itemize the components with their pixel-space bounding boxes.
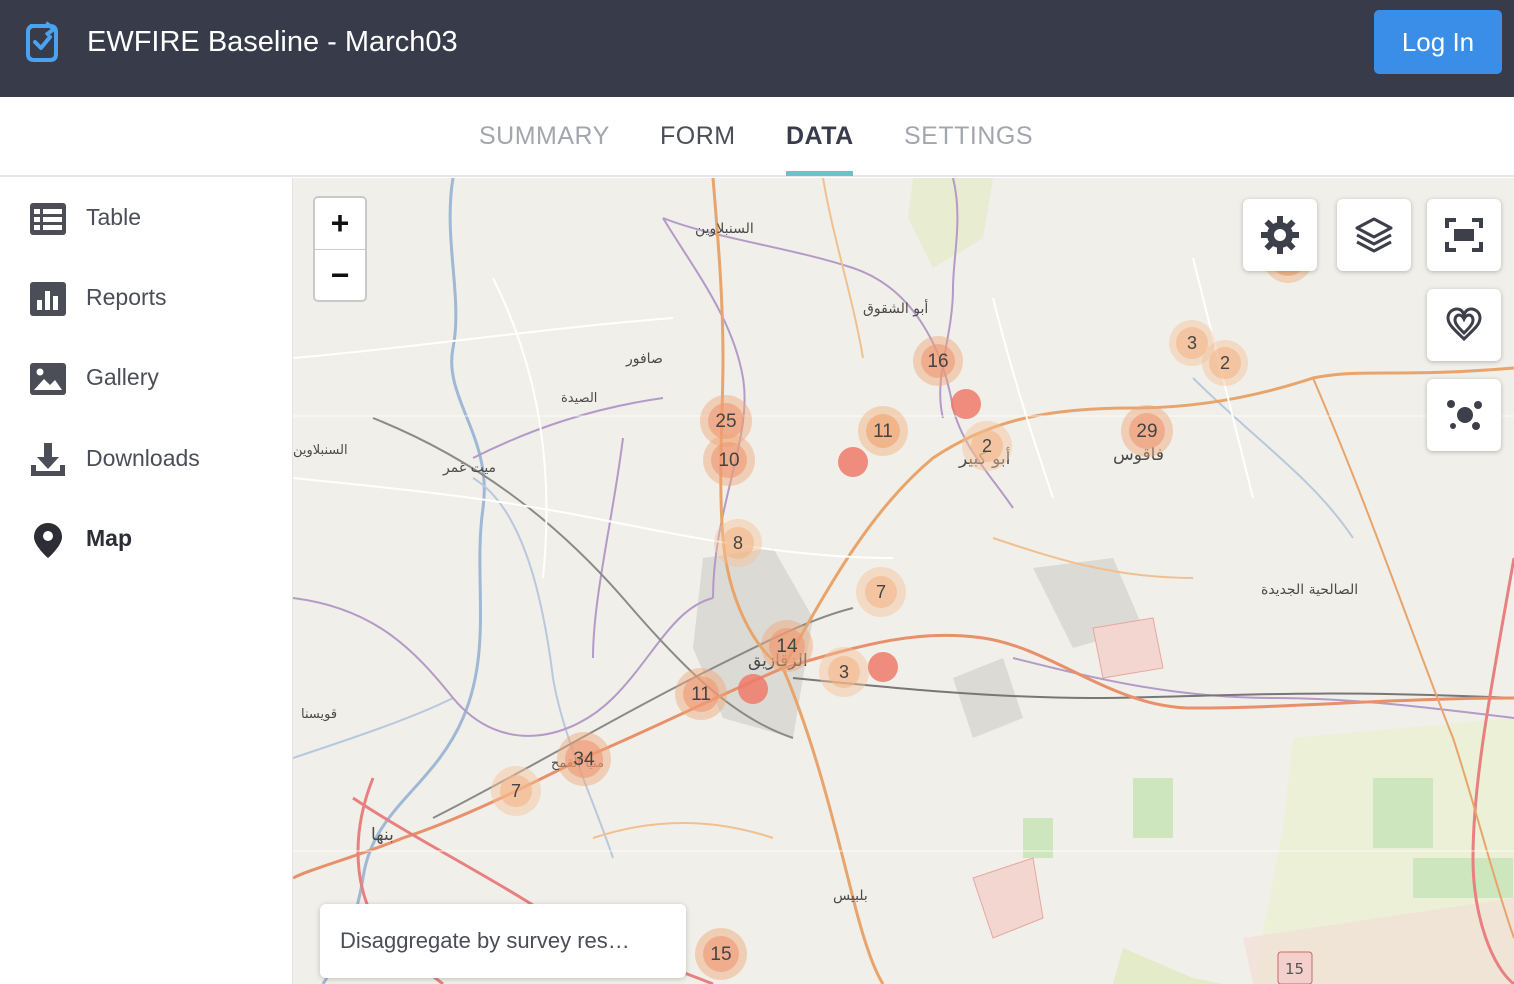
cluster-marker[interactable]: 2: [962, 421, 1012, 471]
cluster-marker[interactable]: 10: [703, 434, 755, 486]
cluster-count: 11: [691, 684, 711, 705]
cluster-count: 7: [876, 582, 886, 602]
place-label: قويسنا: [301, 707, 337, 722]
cluster-count: 34: [573, 749, 595, 770]
cluster-count: 29: [1136, 421, 1157, 442]
sidebar-item-map[interactable]: Map: [0, 509, 292, 569]
map-settings-button[interactable]: [1243, 199, 1317, 271]
cluster-count: 7: [511, 781, 521, 801]
cluster-count: 2: [1220, 353, 1230, 373]
bar-chart-icon: [30, 282, 66, 316]
cluster-marker[interactable]: 14: [761, 620, 813, 672]
tab-data[interactable]: DATA: [786, 121, 854, 151]
table-icon: [30, 203, 66, 235]
app-logo-icon: [26, 21, 58, 62]
cluster-marker[interactable]: 2: [1202, 340, 1248, 386]
image-icon: [30, 363, 66, 395]
zoom-in-button[interactable]: +: [315, 198, 365, 249]
zoom-control: + −: [313, 196, 367, 302]
tab-bar: SUMMARY FORM DATA SETTINGS: [0, 97, 1514, 177]
sidebar-item-label: Gallery: [86, 364, 159, 390]
point-marker[interactable]: [738, 674, 768, 704]
cluster-count: 8: [733, 533, 743, 553]
sidebar-item-label: Map: [86, 525, 132, 551]
cluster-marker[interactable]: 7: [491, 766, 541, 816]
cluster-count: 3: [1187, 333, 1197, 353]
disaggregate-dropdown[interactable]: Disaggregate by survey res…: [320, 904, 686, 978]
place-label: السنبلاوين: [695, 221, 754, 237]
cluster-count: 16: [927, 351, 948, 372]
cluster-icon: [1447, 400, 1482, 430]
cluster-marker[interactable]: 29: [1121, 405, 1173, 457]
place-label: الصالحية الجديدة: [1261, 582, 1358, 598]
heatmap-icon: [1446, 307, 1482, 342]
point-marker[interactable]: [951, 389, 981, 419]
cluster-marker[interactable]: 8: [714, 519, 762, 567]
map-pin-icon: [34, 523, 62, 558]
cluster-marker[interactable]: 16: [913, 336, 963, 386]
point-marker[interactable]: [838, 447, 868, 477]
sidebar-item-downloads[interactable]: Downloads: [0, 429, 292, 489]
app-title: EWFIRE Baseline - March03: [87, 26, 458, 58]
road-shield-label: 15: [1285, 960, 1304, 978]
cluster-marker[interactable]: 15: [695, 928, 747, 980]
fullscreen-icon: [1445, 218, 1483, 252]
login-button[interactable]: Log In: [1374, 10, 1502, 74]
cluster-marker[interactable]: 11: [858, 406, 908, 456]
cluster-count: 25: [715, 411, 736, 432]
tab-form[interactable]: FORM: [660, 121, 736, 151]
zoom-out-button[interactable]: −: [315, 250, 365, 301]
map-canvas[interactable]: السنبلاوين أبو الشقوق صافور الصيدة ميت غ…: [293, 178, 1514, 984]
active-tab-indicator: [786, 171, 853, 176]
map-tiles: السنبلاوين أبو الشقوق صافور الصيدة ميت غ…: [293, 178, 1514, 984]
cluster-count: 14: [776, 636, 798, 657]
layers-icon: [1355, 217, 1393, 253]
tab-settings[interactable]: SETTINGS: [904, 121, 1033, 151]
cluster-count: 2: [982, 436, 992, 456]
place-label: صافور: [625, 351, 663, 367]
heatmap-toggle-button[interactable]: [1427, 289, 1501, 361]
sidebar-item-table[interactable]: Table: [0, 188, 292, 248]
cluster-count: 10: [718, 450, 739, 471]
sidebar-item-gallery[interactable]: Gallery: [0, 348, 292, 408]
map-layers-button[interactable]: [1337, 199, 1411, 271]
place-label: الصيدة: [561, 391, 597, 406]
cluster-count: 3: [839, 662, 849, 682]
cluster-count: 11: [873, 421, 893, 442]
cluster-marker[interactable]: 34: [557, 732, 611, 786]
sidebar: Table Reports Gallery Downloads Map: [0, 178, 293, 984]
download-icon: [31, 443, 65, 476]
cluster-toggle-button[interactable]: [1427, 379, 1501, 451]
cluster-marker[interactable]: 11: [675, 668, 727, 720]
place-label: ميت غمر: [442, 460, 496, 476]
cluster-marker[interactable]: 3: [819, 647, 869, 697]
fullscreen-button[interactable]: [1427, 199, 1501, 271]
sidebar-item-label: Table: [86, 204, 141, 230]
place-label: بنها: [371, 825, 394, 845]
place-label: السنبلاوين: [293, 443, 348, 458]
top-bar: EWFIRE Baseline - March03 Log In: [0, 0, 1514, 97]
gear-icon: [1261, 216, 1299, 254]
sidebar-item-label: Reports: [86, 284, 167, 310]
cluster-count: 15: [710, 944, 731, 965]
tab-summary[interactable]: SUMMARY: [479, 121, 610, 151]
sidebar-item-label: Downloads: [86, 445, 200, 471]
point-marker[interactable]: [868, 652, 898, 682]
place-label: بلبيس: [833, 888, 868, 904]
place-label: أبو الشقوق: [863, 299, 928, 317]
sidebar-item-reports[interactable]: Reports: [0, 268, 292, 328]
cluster-marker[interactable]: 7: [856, 567, 906, 617]
